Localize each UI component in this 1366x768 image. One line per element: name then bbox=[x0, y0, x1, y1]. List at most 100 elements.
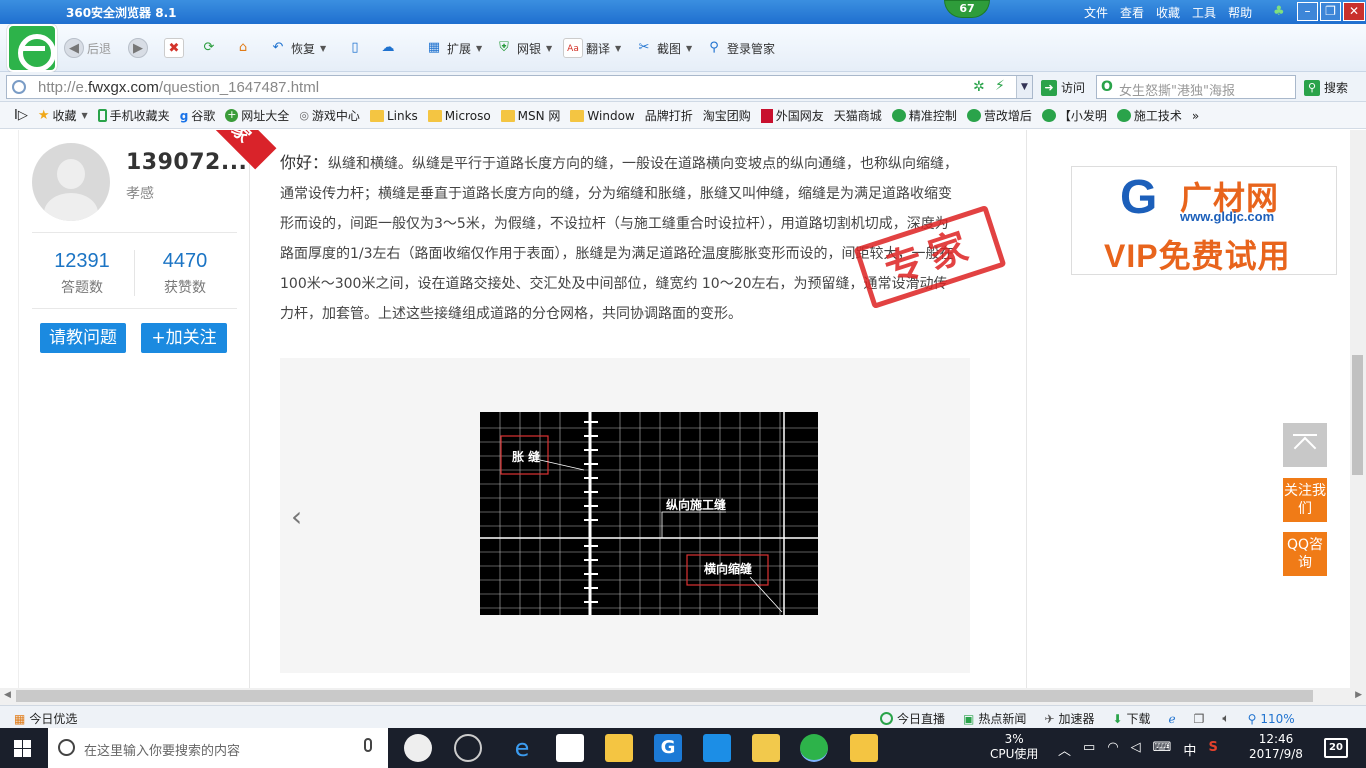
menu-favorites[interactable]: 收藏 bbox=[1156, 4, 1180, 21]
glodon-app-icon[interactable]: G bbox=[654, 734, 682, 762]
fav-microsoft[interactable]: Microso bbox=[427, 109, 491, 123]
user-name[interactable]: 139072... bbox=[126, 150, 247, 175]
vertical-scrollbar[interactable] bbox=[1350, 130, 1366, 688]
fav-mobile[interactable]: 手机收藏夹 bbox=[97, 107, 170, 124]
fav-msn[interactable]: MSN 网 bbox=[500, 107, 560, 124]
minimize-button[interactable]: – bbox=[1297, 2, 1318, 21]
translate-button[interactable]: Aa 翻译 ▼ bbox=[563, 37, 621, 59]
taskbar-search-input[interactable]: 在这里输入你要搜索的内容 bbox=[84, 740, 240, 759]
previous-image-button[interactable]: ‹ bbox=[291, 500, 302, 533]
stop-button[interactable]: ✖ bbox=[164, 37, 184, 59]
notification-center-icon[interactable]: 20 bbox=[1324, 738, 1348, 758]
search-input[interactable]: 女生怒撕"港独"海报 bbox=[1119, 80, 1294, 99]
app-blue-icon[interactable] bbox=[703, 734, 731, 762]
ie-icon[interactable]: ℯ bbox=[1169, 712, 1176, 726]
restore-button[interactable]: ❐ bbox=[1320, 2, 1341, 21]
sidebar-toggle-icon[interactable]: I▷ bbox=[14, 108, 28, 123]
taskbar-search[interactable]: 在这里输入你要搜索的内容 bbox=[48, 728, 388, 768]
speaker-icon[interactable]: ◁ bbox=[1131, 740, 1141, 759]
follow-button[interactable]: +加关注 bbox=[141, 323, 227, 353]
fav-taobao[interactable]: 淘宝团购 bbox=[14, 107, 751, 250]
cpu-usage[interactable]: 3% CPU使用 bbox=[990, 732, 1038, 762]
close-window-button[interactable]: ✕ bbox=[1343, 2, 1365, 21]
mobile-button[interactable]: ▯ bbox=[345, 37, 365, 59]
hot-news-button[interactable]: ▣ 热点新闻 bbox=[963, 710, 1026, 727]
clock[interactable]: 12:46 2017/9/8 bbox=[1248, 732, 1304, 762]
search-button[interactable]: ⚲ 搜索 bbox=[1304, 79, 1348, 96]
sogou-icon[interactable]: S bbox=[1208, 740, 1217, 759]
file-explorer-icon[interactable] bbox=[605, 734, 633, 762]
ime-indicator[interactable]: 中 bbox=[1183, 740, 1196, 759]
microphone-icon[interactable] bbox=[364, 738, 372, 752]
wifi-icon[interactable]: ◠ bbox=[1107, 740, 1118, 759]
home-button[interactable]: ⌂ bbox=[233, 37, 253, 59]
back-button[interactable]: ◀ 后退 bbox=[64, 37, 111, 59]
battery-icon[interactable]: ▭ bbox=[1083, 740, 1095, 759]
refresh-button[interactable]: ⟳ bbox=[199, 37, 219, 59]
fav-foreign-friends[interactable]: 外国网友 bbox=[760, 107, 824, 124]
scrollbar-thumb[interactable] bbox=[1352, 355, 1363, 475]
zoom-control[interactable]: ⚲ 110% bbox=[1248, 712, 1295, 726]
cad-drawing-image[interactable]: 胀 缝 纵向施工缝 横向缩缝 bbox=[480, 412, 818, 615]
notification-badge[interactable]: 67 bbox=[944, 0, 990, 18]
horizontal-scrollbar[interactable]: ◀ ▶ bbox=[0, 688, 1366, 705]
fav-brand-discount[interactable]: 品牌打折 bbox=[14, 107, 693, 250]
ask-question-button[interactable]: 请教问题 bbox=[40, 323, 126, 353]
notes-app-icon[interactable] bbox=[752, 734, 780, 762]
start-button[interactable] bbox=[14, 740, 31, 757]
app-pinwheel-icon[interactable] bbox=[404, 734, 432, 762]
more-favorites-icon[interactable]: » bbox=[1192, 109, 1199, 123]
forward-button[interactable]: ▶ bbox=[128, 37, 148, 59]
menu-help[interactable]: 帮助 bbox=[1228, 4, 1252, 21]
accelerator-button[interactable]: ✈ 加速器 bbox=[1044, 710, 1094, 727]
skin-icon[interactable]: ♣ bbox=[1273, 4, 1287, 19]
edge-browser-icon[interactable]: e bbox=[508, 734, 536, 762]
fav-url-directory[interactable]: + 网址大全 bbox=[225, 107, 289, 124]
scroll-left-icon[interactable]: ◀ bbox=[4, 690, 11, 700]
cloud-button[interactable]: ☁ bbox=[378, 37, 398, 59]
today-pick-button[interactable]: ▦ 今日优选 bbox=[14, 710, 77, 727]
qq-consult-button[interactable]: QQ咨询 bbox=[1283, 532, 1327, 576]
store-icon[interactable] bbox=[556, 734, 584, 762]
menu-view[interactable]: 查看 bbox=[1120, 4, 1144, 21]
browser-logo[interactable] bbox=[7, 24, 57, 72]
scroll-right-icon[interactable]: ▶ bbox=[1355, 690, 1362, 700]
netbank-button[interactable]: ⛨ 网银 ▼ bbox=[494, 37, 552, 59]
live-button[interactable]: 今日直播 bbox=[880, 710, 945, 727]
address-bar[interactable]: http://e.fwxgx.com/question_1647487.html… bbox=[6, 75, 1033, 99]
show-hidden-icons-icon[interactable]: ︿ bbox=[1058, 740, 1071, 759]
url-text[interactable]: http://e.fwxgx.com/question_1647487.html bbox=[38, 79, 319, 96]
speed-mode-icon[interactable]: ⚡ bbox=[995, 78, 1005, 94]
download-button[interactable]: ⬇ 下载 bbox=[1112, 710, 1150, 727]
compat-mode-icon[interactable]: ✲ bbox=[973, 79, 985, 95]
fav-windows[interactable]: Window bbox=[570, 109, 635, 123]
keyboard-icon[interactable]: ⌨ bbox=[1153, 740, 1172, 759]
fav-construction[interactable]: 施工技术 bbox=[1116, 107, 1182, 124]
search-engine-icon[interactable]: O bbox=[1101, 79, 1113, 95]
screenshot-button[interactable]: ✂ 截图 ▼ bbox=[634, 37, 693, 59]
window-icon[interactable]: ❐ bbox=[1194, 712, 1205, 726]
volume-icon[interactable]: 🔈︎ bbox=[1222, 711, 1229, 726]
fav-precise-control[interactable]: 精准控制 bbox=[891, 107, 957, 124]
fav-tmall[interactable]: 天猫商城 bbox=[14, 107, 882, 250]
fav-vat-reform[interactable]: 营改增后 bbox=[966, 107, 1032, 124]
app-yellow-icon[interactable] bbox=[850, 734, 878, 762]
menu-file[interactable]: 文件 bbox=[1084, 4, 1108, 21]
login-manager-button[interactable]: ⚲ 登录管家 bbox=[704, 37, 775, 59]
avatar[interactable] bbox=[32, 143, 110, 221]
back-to-top-button[interactable] bbox=[1283, 423, 1327, 467]
search-box[interactable]: O 女生怒撕"港独"海报 bbox=[1096, 75, 1296, 99]
fav-google[interactable]: g 谷歌 bbox=[180, 107, 216, 124]
fav-links[interactable]: Links bbox=[369, 109, 418, 123]
scrollbar-thumb[interactable] bbox=[16, 690, 1313, 702]
follow-us-button[interactable]: 关注我们 bbox=[1283, 478, 1327, 522]
fav-invention[interactable]: 【小发明 bbox=[1041, 107, 1107, 124]
fav-game-center[interactable]: ◎ 游戏中心 bbox=[299, 107, 360, 124]
visit-button[interactable]: ➜ 访问 bbox=[1041, 79, 1085, 96]
gldjc-ad-banner[interactable]: G 广材网 www.gldjc.com VIP免费试用 bbox=[1071, 166, 1337, 275]
menu-tools[interactable]: 工具 bbox=[1192, 4, 1216, 21]
app-spiral-icon[interactable] bbox=[454, 734, 482, 762]
browser-360-taskbar-icon[interactable] bbox=[800, 734, 828, 762]
favorites-menu[interactable]: ★ 收藏 ▼ bbox=[38, 107, 88, 124]
restore-tab-button[interactable]: ↶ 恢复 ▼ bbox=[268, 37, 327, 59]
